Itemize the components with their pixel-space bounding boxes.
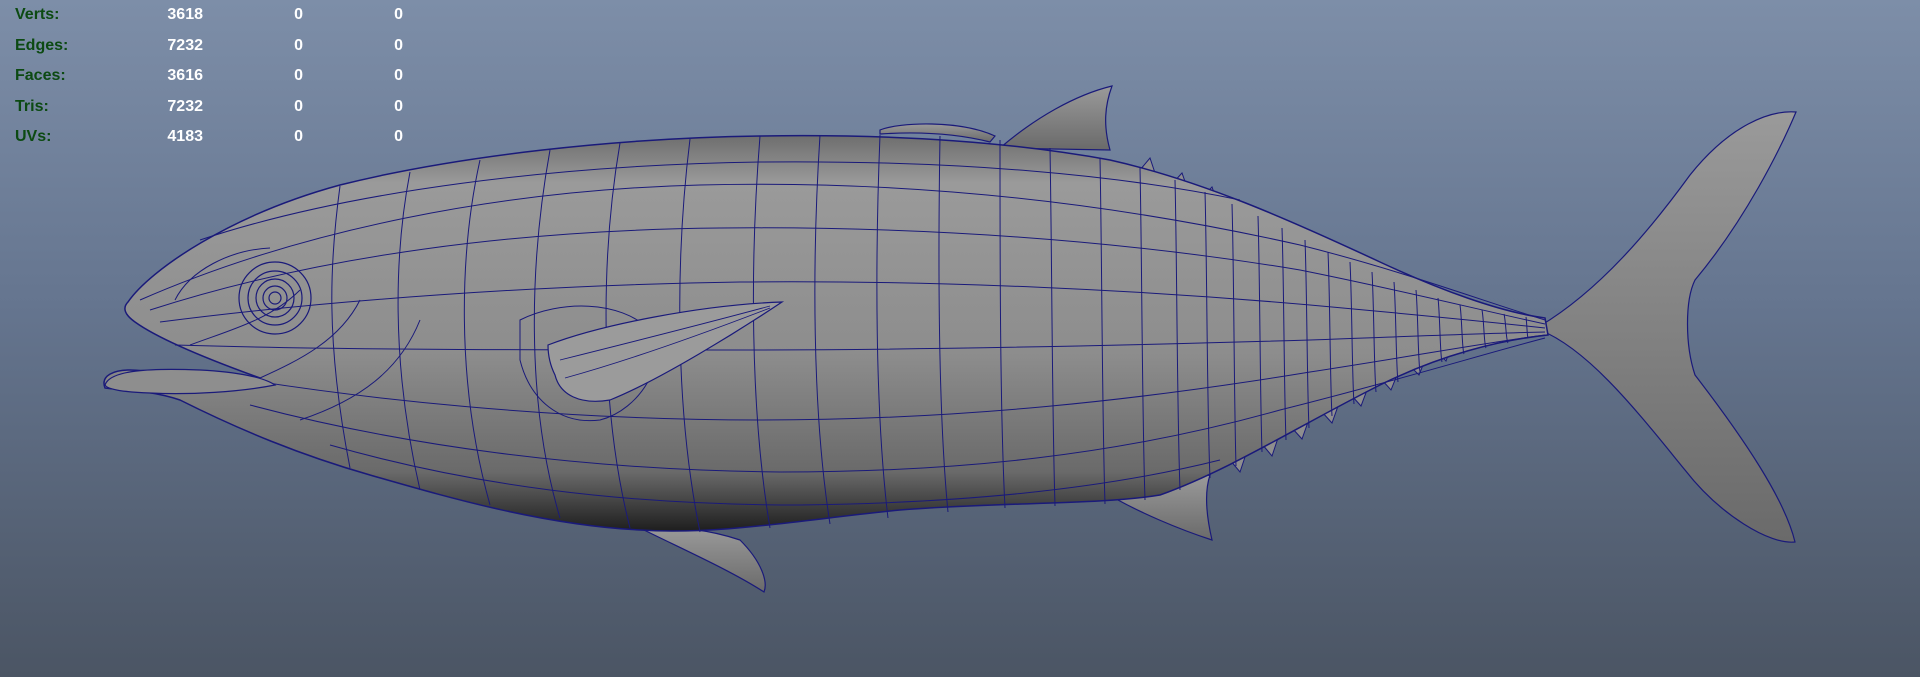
hud-value: 0 [394,36,403,54]
hud-value: 0 [294,36,303,54]
tail-fin [1539,111,1797,543]
hud-value: 0 [394,97,403,115]
hud-value: 0 [394,128,403,145]
hud-value: 4183 [167,128,203,145]
dorsal-fin [998,85,1113,151]
hud-label: Edges: [15,36,69,54]
hud-value: 0 [394,6,403,23]
hud-value: 0 [294,128,303,145]
pelvic-fin [637,526,766,593]
hud-value: 0 [294,97,303,115]
hud-row-verts: Verts: 3618 0 0 [15,0,403,31]
hud-value: 3616 [167,67,203,84]
hud-row-edges: Edges: 7232 0 0 [15,31,403,62]
hud-row-faces: Faces: 3616 0 0 [15,61,403,92]
hud-label: UVs: [15,128,52,145]
poly-count-hud: Verts: 3618 0 0 Edges: 7232 0 0 Faces: 3… [15,0,403,153]
3d-viewport[interactable]: Verts: 3618 0 0 Edges: 7232 0 0 Faces: 3… [0,0,1920,677]
hud-value: 0 [294,6,303,23]
hud-row-uvs: UVs: 4183 0 0 [15,122,403,153]
hud-value: 7232 [167,36,203,54]
hud-row-tris: Tris: 7232 0 0 [15,92,403,123]
hud-label: Tris: [15,97,49,115]
hud-value: 0 [294,67,303,84]
hud-value: 3618 [167,6,203,23]
hud-label: Verts: [15,6,60,23]
hud-value: 7232 [167,97,203,115]
hud-label: Faces: [15,67,66,84]
hud-value: 0 [394,67,403,84]
